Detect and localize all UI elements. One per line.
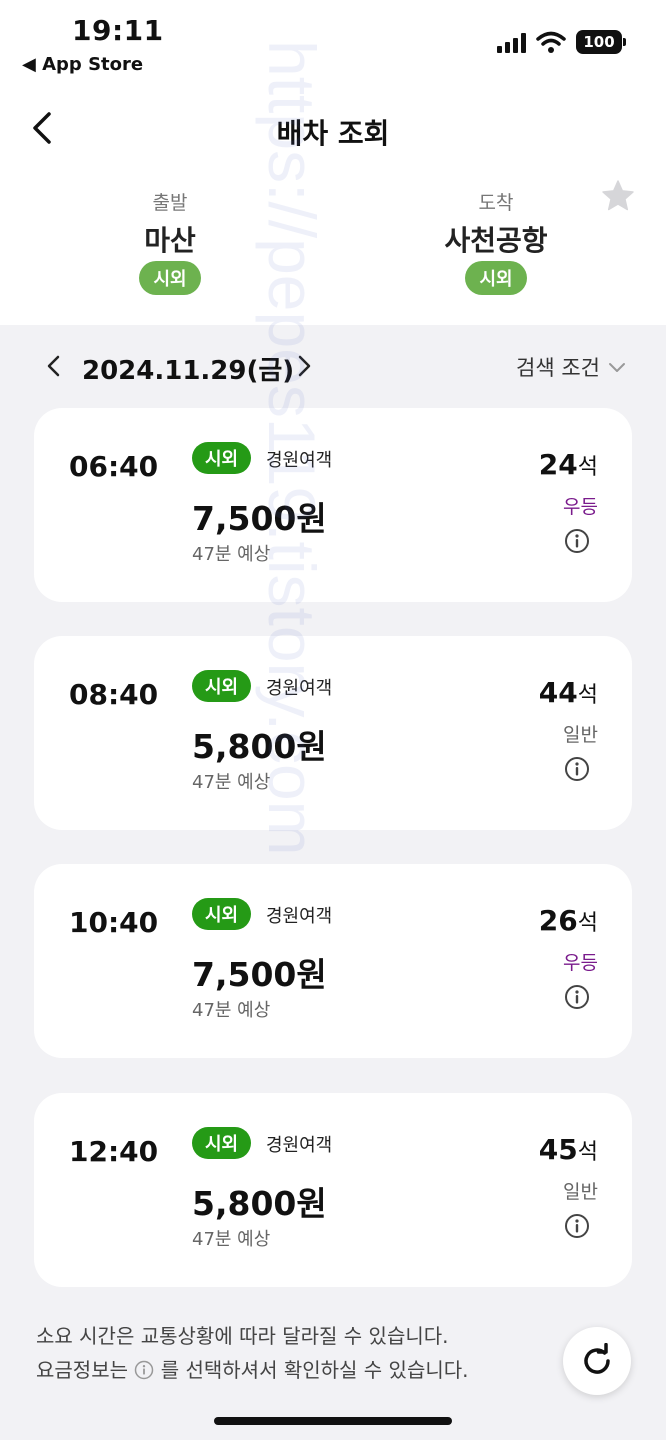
fare-info-notice: 요금정보는 를 선택하셔서 확인하실 수 있습니다.: [36, 1354, 469, 1383]
info-icon: [135, 1360, 154, 1380]
fare-info-notice-text-start: 요금정보는: [36, 1358, 128, 1382]
fare-info-icon[interactable]: [564, 984, 590, 1010]
departure-info: 출발 마산 시외: [70, 188, 270, 295]
bus-grade: 일반: [563, 1181, 598, 1203]
fare-info-notice-text-end: 를 선택하셔서 확인하실 수 있습니다.: [160, 1358, 469, 1382]
seat-count: 24: [538, 448, 578, 481]
departure-label: 출발: [152, 192, 188, 214]
home-indicator: [214, 1417, 452, 1425]
cellular-signal-icon: [497, 31, 526, 53]
bus-operator: 경원여객: [266, 1135, 333, 1156]
estimated-duration: 47분 예상: [192, 1229, 271, 1250]
bus-type-badge: 시외: [192, 898, 252, 930]
fare-price: 5,800원: [192, 727, 327, 766]
seat-unit: 석: [577, 1140, 598, 1165]
schedule-card[interactable]: 12:40 시외 경원여객 5,800원 47분 예상 45석 일반: [34, 1093, 632, 1287]
remaining-seats: 45석: [539, 1133, 598, 1166]
fare-price: 7,500원: [192, 955, 327, 994]
bus-operator: 경원여객: [266, 450, 333, 471]
departure-type-badge: 시외: [139, 261, 201, 295]
seat-count: 44: [538, 676, 578, 709]
fare-info-icon[interactable]: [564, 756, 590, 782]
bus-grade: 우등: [563, 952, 598, 974]
fare-price: 7,500원: [192, 499, 327, 538]
wifi-icon: [536, 31, 566, 53]
fare-info-icon[interactable]: [564, 528, 590, 554]
bus-operator: 경원여객: [266, 678, 333, 699]
schedule-card[interactable]: 06:40 시외 경원여객 7,500원 47분 예상 24석 우등: [34, 408, 632, 602]
arrival-type-badge: 시외: [465, 261, 527, 295]
departure-terminal: 마산: [144, 224, 196, 257]
fare-info-icon[interactable]: [564, 1213, 590, 1239]
seat-unit: 석: [577, 455, 598, 480]
previous-date-chevron-icon[interactable]: [40, 350, 70, 382]
status-time: 19:11: [72, 14, 164, 47]
seat-unit: 석: [577, 911, 598, 936]
remaining-seats: 24석: [539, 448, 598, 481]
search-condition-label: 검색 조건: [516, 356, 600, 380]
bus-operator: 경원여객: [266, 906, 333, 927]
refresh-icon: [584, 1343, 610, 1374]
arrival-label: 도착: [478, 192, 514, 214]
schedule-card[interactable]: 08:40 시외 경원여객 5,800원 47분 예상 44석 일반: [34, 636, 632, 830]
favorite-star-icon[interactable]: [600, 178, 636, 214]
estimated-duration: 47분 예상: [192, 1000, 271, 1021]
bus-grade: 일반: [563, 724, 598, 746]
departure-time: 12:40: [69, 1135, 159, 1168]
refresh-button[interactable]: [563, 1327, 631, 1395]
seat-unit: 석: [577, 683, 598, 708]
duration-notice: 소요 시간은 교통상황에 따라 달라질 수 있습니다.: [36, 1324, 449, 1348]
seat-count: 26: [538, 904, 578, 937]
schedule-card[interactable]: 10:40 시외 경원여객 7,500원 47분 예상 26석 우등: [34, 864, 632, 1058]
battery-icon: 100: [576, 30, 626, 54]
estimated-duration: 47분 예상: [192, 772, 271, 793]
bus-type-badge: 시외: [192, 442, 252, 474]
fare-price: 5,800원: [192, 1184, 327, 1223]
estimated-duration: 47분 예상: [192, 544, 271, 565]
status-icons: 100: [497, 30, 626, 54]
departure-time: 10:40: [69, 906, 159, 939]
bus-type-badge: 시외: [192, 1127, 252, 1159]
next-date-chevron-icon[interactable]: [288, 350, 318, 382]
departure-time: 06:40: [69, 450, 159, 483]
departure-time: 08:40: [69, 678, 159, 711]
arrival-info: 도착 사천공항 시외: [396, 188, 596, 295]
remaining-seats: 44석: [539, 676, 598, 709]
chevron-down-icon: [609, 363, 625, 372]
bus-type-badge: 시외: [192, 670, 252, 702]
page-title: 배차 조회: [276, 117, 390, 150]
arrival-terminal: 사천공항: [444, 224, 548, 257]
remaining-seats: 26석: [539, 904, 598, 937]
bus-grade: 우등: [563, 496, 598, 518]
back-to-app-store-link[interactable]: ◀ App Store: [22, 54, 143, 75]
selected-date[interactable]: 2024.11.29(금): [82, 350, 294, 387]
search-condition-button[interactable]: 검색 조건: [516, 352, 626, 382]
seat-count: 45: [538, 1133, 578, 1166]
